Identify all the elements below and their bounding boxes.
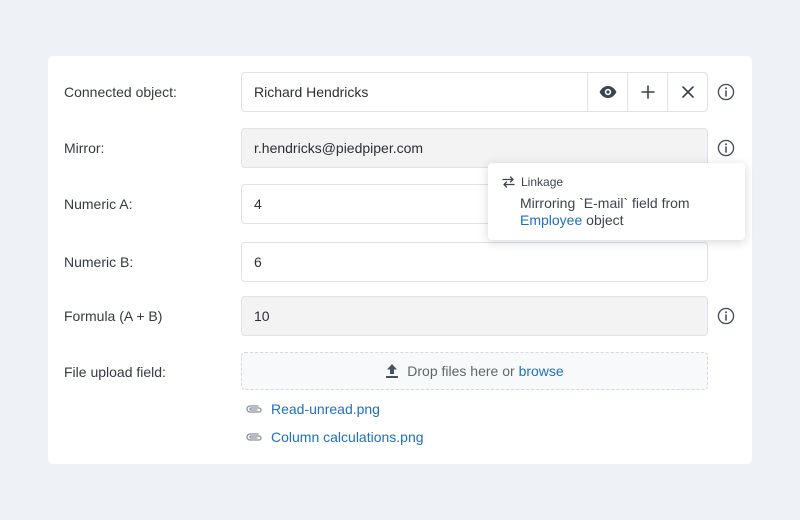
tooltip-body: Mirroring `E-mail` field from Employee o… (520, 195, 731, 229)
mirror-info-icon[interactable] (716, 138, 736, 158)
paperclip-icon (246, 433, 262, 441)
form-card: Connected object: Richard Hendricks Mirr… (48, 56, 752, 464)
mirror-field[interactable]: r.hendricks@piedpiper.com (241, 128, 708, 168)
linkage-tooltip: Linkage Mirroring `E-mail` field from Em… (488, 163, 745, 240)
formula-value: 10 (254, 308, 270, 324)
clear-button[interactable] (667, 73, 707, 111)
add-button[interactable] (627, 73, 667, 111)
drop-files-text: Drop files here or (407, 363, 515, 379)
file-upload-label: File upload field: (64, 364, 166, 380)
file-drop-zone[interactable]: Drop files here or browse (241, 352, 708, 390)
eye-icon (599, 86, 616, 98)
close-icon (681, 86, 694, 98)
plus-icon (640, 85, 655, 99)
connected-object-label: Connected object: (64, 84, 177, 100)
numeric-a-label: Numeric A: (64, 196, 133, 212)
connected-object-field[interactable]: Richard Hendricks (241, 72, 708, 112)
info-icon (717, 307, 735, 325)
swap-arrows-icon (502, 176, 515, 188)
file-link[interactable]: Column calculations.png (271, 428, 424, 446)
attached-file-item: Read-unread.png (245, 400, 380, 418)
view-button[interactable] (587, 73, 627, 111)
upload-icon (386, 364, 399, 378)
tooltip-text-before: Mirroring `E-mail` field from (520, 195, 690, 211)
mirror-value: r.hendricks@piedpiper.com (254, 140, 424, 156)
connected-object-actions (587, 73, 707, 111)
tooltip-header: Linkage (502, 175, 731, 189)
info-icon (717, 83, 735, 101)
numeric-b-label: Numeric B: (64, 254, 134, 270)
tooltip-title: Linkage (521, 175, 564, 189)
formula-info-icon[interactable] (716, 306, 736, 326)
file-link[interactable]: Read-unread.png (271, 400, 380, 418)
employee-link[interactable]: Employee (520, 212, 582, 228)
tooltip-text-after: object (586, 212, 624, 228)
mirror-label: Mirror: (64, 140, 105, 156)
numeric-b-input[interactable]: 6 (241, 242, 708, 282)
info-icon (717, 139, 735, 157)
formula-field[interactable]: 10 (241, 296, 708, 336)
paperclip-icon (246, 405, 262, 413)
attached-file-item: Column calculations.png (245, 428, 424, 446)
browse-link[interactable]: browse (519, 363, 564, 379)
connected-object-info-icon[interactable] (716, 82, 736, 102)
numeric-b-value: 6 (254, 254, 262, 270)
formula-label: Formula (A + B) (64, 308, 163, 324)
